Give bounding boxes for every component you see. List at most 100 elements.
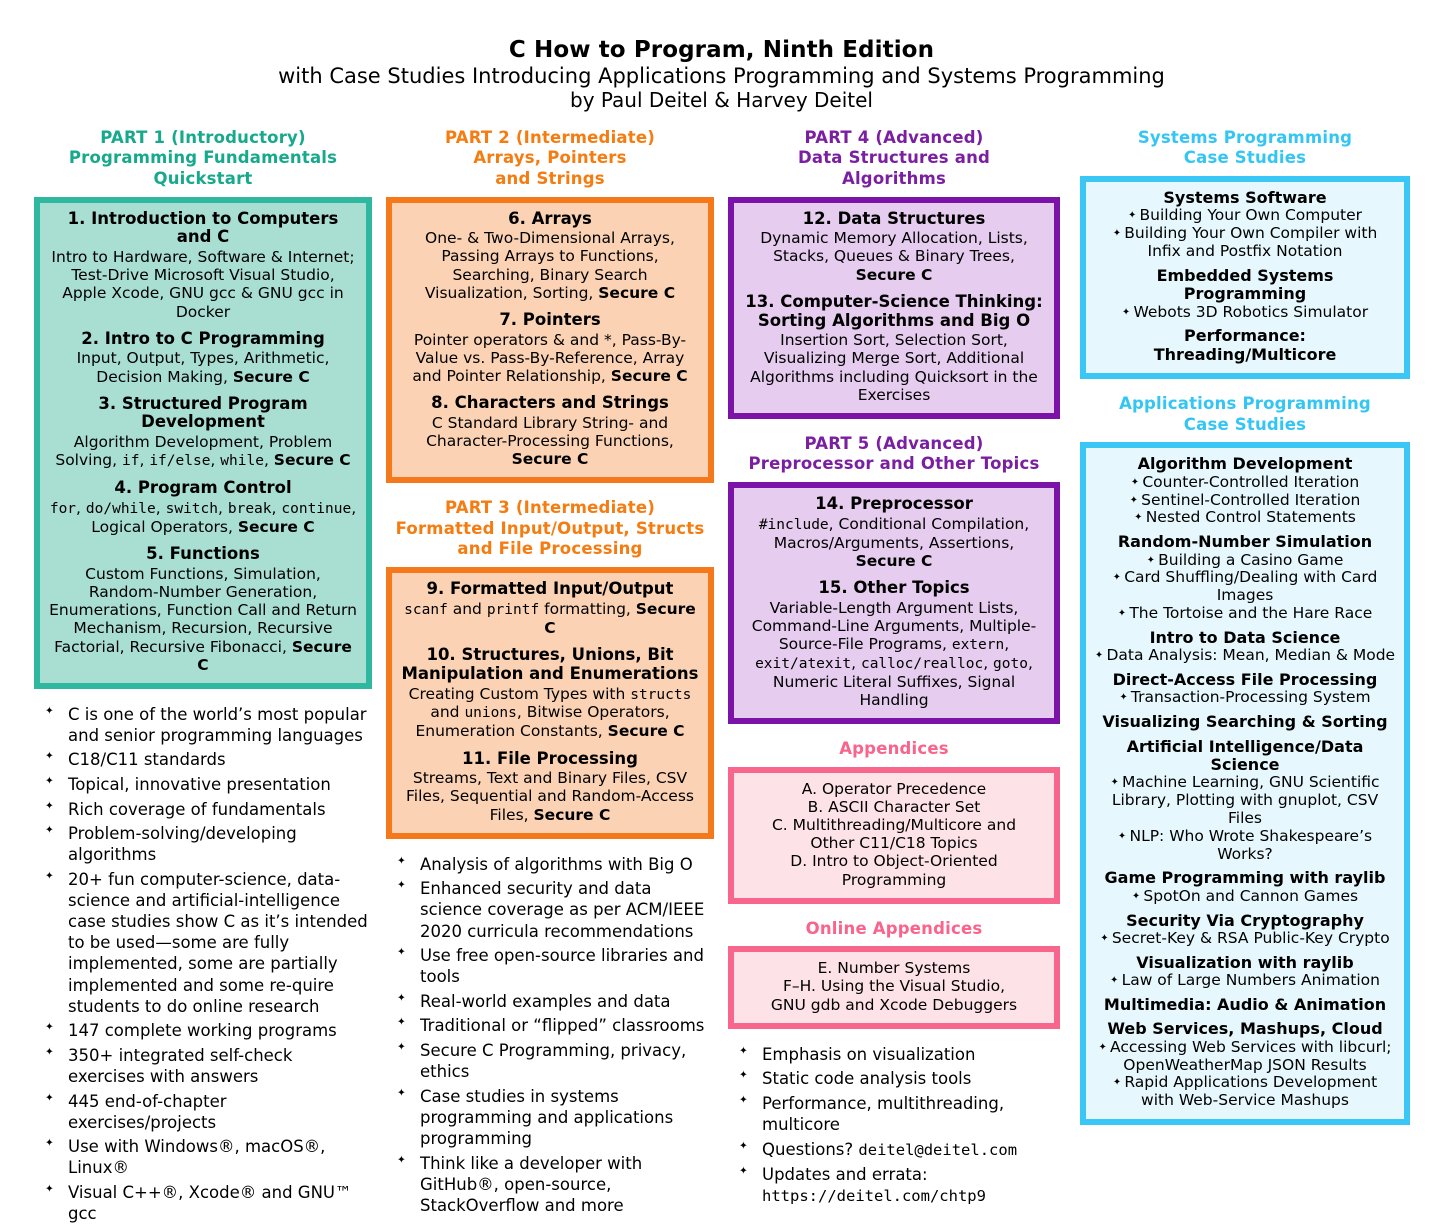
chapter-title: 14. Preprocessor [815,494,973,514]
case-study-item: Law of Large Numbers Animation [1094,971,1396,990]
secure-c-label: Secure C [273,451,351,470]
case-study-group: Visualizing Searching & Sorting [1094,712,1396,731]
part5-box: 14. Preprocessor #include, Conditional C… [728,482,1060,725]
chapter-title: 13. Computer-Science Thinking: Sorting A… [745,291,1043,330]
sep: , [155,499,166,518]
chapter-title: 10. Structures, Unions, Bit Manipulation… [401,644,699,683]
secure-c-label: Secure C [237,518,315,537]
list-item: Emphasis on visualization [732,1044,1058,1065]
case-study-heading: Security Via Cryptography [1126,910,1364,930]
code-token: exit/atexit [755,656,852,673]
chapter-3: 3. Structured Program Development Algori… [48,393,358,471]
chapter-desc: Pointer operators & and *, Pass-By-Value… [400,331,700,385]
list-item: Static code analysis tools [732,1068,1058,1089]
updates-label: Updates and errata: [762,1164,928,1184]
chapter-desc: Variable-Length Argument Lists, Command-… [742,599,1046,709]
list-item: C18/C11 standards [38,749,370,770]
case-study-heading: Random-Number Simulation [1117,532,1373,552]
secure-c-label: Secure C [607,722,685,741]
chapter-desc: Algorithm Development, Problem Solving, … [48,433,358,470]
list-item: Use with Windows®, macOS®, Linux® [38,1136,370,1178]
chapter-desc: Custom Functions, Simulation, Random-Num… [48,565,358,674]
secure-c-label: Secure C [610,366,688,385]
sep: , [139,451,150,470]
contact-email[interactable]: deitel@deitel.com [858,1141,1017,1159]
sep: , [1004,635,1010,654]
case-study-item: Secret-Key & RSA Public-Key Crypto [1094,929,1396,948]
list-item: Think like a developer with GitHub®, ope… [390,1153,712,1216]
case-study-item: Building Your Own Compiler with Infix an… [1094,224,1396,261]
chapter-8: 8. Characters and Strings C Standard Lib… [400,393,700,468]
chapter-5: 5. Functions Custom Functions, Simulatio… [48,544,358,674]
case-study-group: Intro to Data ScienceData Analysis: Mean… [1094,628,1396,665]
list-item: Visual C++®, Xcode® and GNU™ gcc [38,1182,370,1224]
part1-bullet-list: C is one of the world’s most popular and… [34,704,372,1225]
list-item: Topical, innovative presentation [38,774,370,795]
chapter-desc: Intro to Hardware, Software & Internet; … [51,248,355,321]
code-token: extern [951,637,1005,654]
sep: , [263,451,274,470]
secure-c-label: Secure C [232,367,310,386]
list-item: Performance, multithreading, multicore [732,1093,1058,1135]
code-token: unions [464,705,517,722]
list-item: 350+ integrated self-check exercises wit… [38,1045,370,1087]
chapter-desc: One- & Two-Dimensional Arrays, Passing A… [400,229,700,302]
columns-container: PART 1 (Introductory) Programming Fundame… [0,112,1443,1228]
sep: and [430,703,465,722]
desc-text: Dynamic Memory Allocation, Lists, Stacks… [760,229,1028,266]
list-item: Use free open-source libraries and tools [390,945,712,987]
poster-page: C How to Program, Ninth Edition with Cas… [0,0,1443,1223]
case-study-item: SpotOn and Cannon Games [1094,887,1396,906]
chapter-4: 4. Program Control for, do/while, switch… [48,478,358,537]
case-study-heading: Game Programming with raylib [1104,868,1386,888]
chapter-title: 6. Arrays [508,208,592,228]
part4-heading: PART 4 (Advanced) Data Structures and Algo… [797,127,991,188]
desc-text: C Standard Library String- and Character… [426,413,674,450]
center-bullet-list: Emphasis on visualization Static code ana… [728,1044,1060,1207]
column-case-studies: Systems Programming Case Studies Systems … [1080,128,1410,1140]
chapter-desc: Input, Output, Types, Arithmetic, Decisi… [48,349,358,385]
case-study-item: Nested Control Statements [1094,509,1396,527]
part3-heading: PART 3 (Intermediate) Formatted Input/Out… [395,498,705,559]
chapter-9: 9. Formatted Input/Output scanf and prin… [400,579,700,637]
case-study-heading: Algorithm Development [1137,454,1353,474]
code-token: goto [993,656,1028,673]
chapter-2: 2. Intro to C Programming Input, Output,… [48,329,358,386]
list-item: Rich coverage of fundamentals [38,799,370,820]
appendix-line: A. Operator Precedence [801,779,987,798]
code-token: #include [758,516,829,533]
online-appendices-list: E. Number Systems F–H. Using the Visual S… [742,959,1046,1013]
case-study-item: Counter-Controlled Iteration [1094,473,1396,492]
case-study-item: The Tortoise and the Hare Race [1094,604,1396,623]
case-study-item: Webots 3D Robotics Simulator [1094,303,1396,322]
secure-c-label: Secure C [598,283,676,302]
appendix-line: D. Intro to Object-Oriented Programming [790,852,998,889]
list-item: Case studies in systems programming and … [390,1086,712,1149]
code-token: continue [281,501,352,518]
list-item: Traditional or “flipped” classrooms [390,1015,712,1036]
chapter-7: 7. Pointers Pointer operators & and *, P… [400,309,700,385]
case-study-heading: Multimedia: Audio & Animation [1103,995,1387,1015]
chapter-title: 4. Program Control [114,478,292,498]
chapter-title: 9. Formatted Input/Output [426,579,674,599]
appendix-line: Other C11/C18 Topics [810,834,978,853]
column-part4-part5-appendices: PART 4 (Advanced) Data Structures and Algo… [728,128,1060,1211]
chapter-11: 11. File Processing Streams, Text and Bi… [400,749,700,824]
secure-c-label: Secure C [533,805,611,824]
updates-url[interactable]: https://deitel.com/chtp9 [762,1187,986,1205]
code-token: switch [165,501,218,518]
list-item: Real-world examples and data [390,991,712,1012]
case-study-group: Performance: Threading/Multicore [1094,327,1396,364]
sep: , [271,499,282,518]
case-study-group: Web Services, Mashups, CloudAccessing We… [1094,1020,1396,1110]
case-study-heading: Direct-Access File Processing [1112,670,1378,690]
case-study-item: Machine Learning, GNU Scientific Library… [1094,773,1396,827]
chapter-title: 3. Structured Program Development [98,393,308,432]
questions-label: Questions? [762,1139,859,1159]
code-token: for [49,501,77,518]
chapter-14: 14. Preprocessor #include, Conditional C… [742,494,1046,570]
chapter-desc: C Standard Library String- and Character… [400,414,700,468]
chapter-title: 7. Pointers [499,309,601,329]
apps-cs-box: Algorithm DevelopmentCounter-Controlled … [1080,442,1410,1126]
list-item: C is one of the world’s most popular and… [38,704,370,746]
